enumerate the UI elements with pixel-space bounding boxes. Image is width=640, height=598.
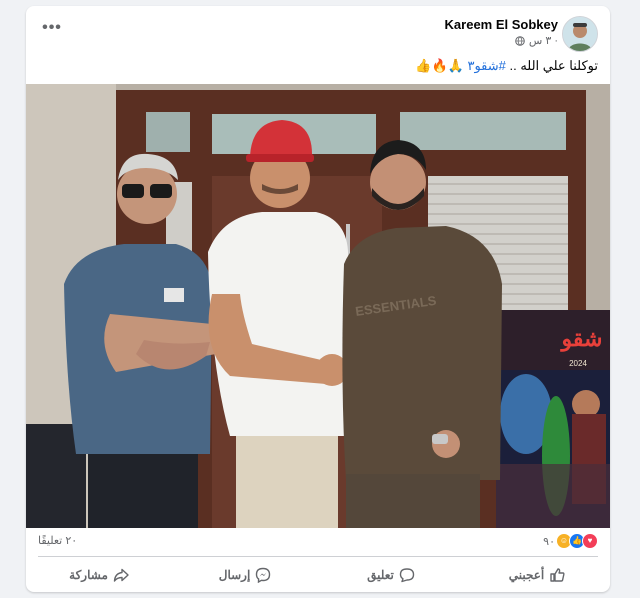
caption-text: توكلنا علي الله .. [505,58,598,73]
caption-emojis: 🙏🔥👍 [415,58,464,73]
send-label: إرسال [218,568,251,582]
comments-count[interactable]: ٢٠ تعليقًا [38,534,77,547]
poster-year: 2024 [569,359,587,368]
more-options-icon[interactable]: ••• [40,20,64,40]
reactions-summary[interactable]: ٩٠ ☺ 👍 ♥ [543,533,598,549]
action-bar: أعجبني تعليق إرسال مشاركة [26,562,610,588]
send-button[interactable]: إرسال [172,562,318,588]
comment-label: تعليق [367,568,394,582]
avatar[interactable] [562,16,598,52]
globe-icon [515,35,525,46]
post-time[interactable]: ٣ س · [529,34,558,47]
post-photo[interactable]: شقو 2024 ESSENTIALS [26,84,610,528]
poster-title: شقو [560,326,603,352]
post-meta: ٣ س · [515,34,558,47]
post-stats: ٢٠ تعليقًا ٩٠ ☺ 👍 ♥ [26,533,610,551]
messenger-icon [256,567,271,583]
post-card: ••• Kareem El Sobkey ٣ س · توكلنا علي ال… [26,6,610,592]
like-label: أعجبني [508,568,545,582]
divider [38,556,598,557]
thumbs-up-icon [550,568,565,582]
comment-icon [399,568,415,583]
like-button[interactable]: أعجبني [464,562,610,588]
comment-button[interactable]: تعليق [318,562,464,588]
share-icon [113,568,129,582]
photo-illustration: شقو 2024 ESSENTIALS [26,84,610,528]
post-header: ••• Kareem El Sobkey ٣ س · [26,6,610,56]
share-button[interactable]: مشاركة [26,562,172,588]
share-label: مشاركة [69,568,108,582]
hashtag-link[interactable]: #شقو٣ [467,58,505,73]
reactions-count[interactable]: ٩٠ [543,535,555,548]
author-name[interactable]: Kareem El Sobkey [445,17,558,32]
love-reaction-icon: ♥ [582,533,598,549]
post-caption: توكلنا علي الله .. #شقو٣ 🙏🔥👍 [415,58,598,74]
